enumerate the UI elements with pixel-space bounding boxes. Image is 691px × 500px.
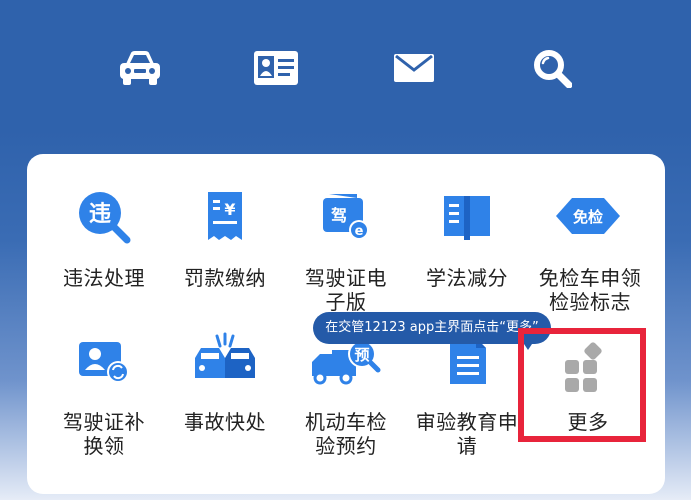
service-e-license[interactable]: 驾 e 驾驶证电子版 bbox=[284, 188, 408, 318]
accident-icon bbox=[189, 332, 261, 390]
service-label: 违法处理 bbox=[63, 266, 145, 290]
svg-text:免检: 免检 bbox=[573, 208, 603, 226]
highlight-box bbox=[518, 328, 646, 442]
service-fine-payment[interactable]: ¥ 罚款缴纳 bbox=[163, 188, 287, 318]
service-label: 学法减分 bbox=[426, 266, 508, 290]
svg-text:预: 预 bbox=[354, 346, 369, 364]
service-study-law-reduce-points[interactable]: 学法减分 bbox=[405, 188, 529, 318]
service-exempt-inspection-sticker[interactable]: 免检 免检车申领检验标志 bbox=[526, 188, 650, 318]
tooltip-hint: 在交管12123 app主界面点击“更多” bbox=[313, 312, 551, 344]
svg-text:违: 违 bbox=[89, 201, 111, 227]
service-label: 驾驶证电子版 bbox=[305, 266, 387, 314]
service-vehicle-inspection-booking[interactable]: 预 机动车检验预约 bbox=[284, 332, 408, 462]
fine-receipt-icon: ¥ bbox=[196, 188, 254, 246]
service-label: 事故快处 bbox=[184, 410, 266, 434]
service-label: 驾驶证补换领 bbox=[63, 410, 145, 458]
service-label: 机动车检验预约 bbox=[305, 410, 387, 458]
svg-text:¥: ¥ bbox=[224, 200, 235, 219]
service-license-renewal[interactable]: 驾驶证补换领 bbox=[42, 332, 166, 462]
svg-text:驾: 驾 bbox=[330, 206, 347, 225]
service-label: 免检车申领检验标志 bbox=[538, 266, 642, 314]
mail-icon[interactable] bbox=[390, 44, 438, 92]
top-bar bbox=[0, 0, 691, 130]
car-icon[interactable] bbox=[116, 44, 164, 92]
service-label: 审验教育申请 bbox=[415, 410, 519, 458]
e-license-icon: 驾 e bbox=[317, 188, 375, 246]
svg-text:e: e bbox=[355, 224, 364, 239]
service-accident-quick[interactable]: 事故快处 bbox=[163, 332, 287, 462]
book-icon bbox=[438, 188, 496, 246]
service-review-education-application[interactable]: 审验教育申请 bbox=[405, 332, 529, 462]
license-renew-icon bbox=[75, 332, 133, 390]
id-card-icon[interactable] bbox=[252, 44, 300, 92]
service-label: 罚款缴纳 bbox=[184, 266, 266, 290]
violation-search-icon: 违 bbox=[75, 188, 133, 246]
service-violation-handling[interactable]: 违 违法处理 bbox=[42, 188, 166, 318]
search-icon[interactable] bbox=[528, 44, 576, 92]
exempt-inspection-icon: 免检 bbox=[552, 188, 624, 246]
